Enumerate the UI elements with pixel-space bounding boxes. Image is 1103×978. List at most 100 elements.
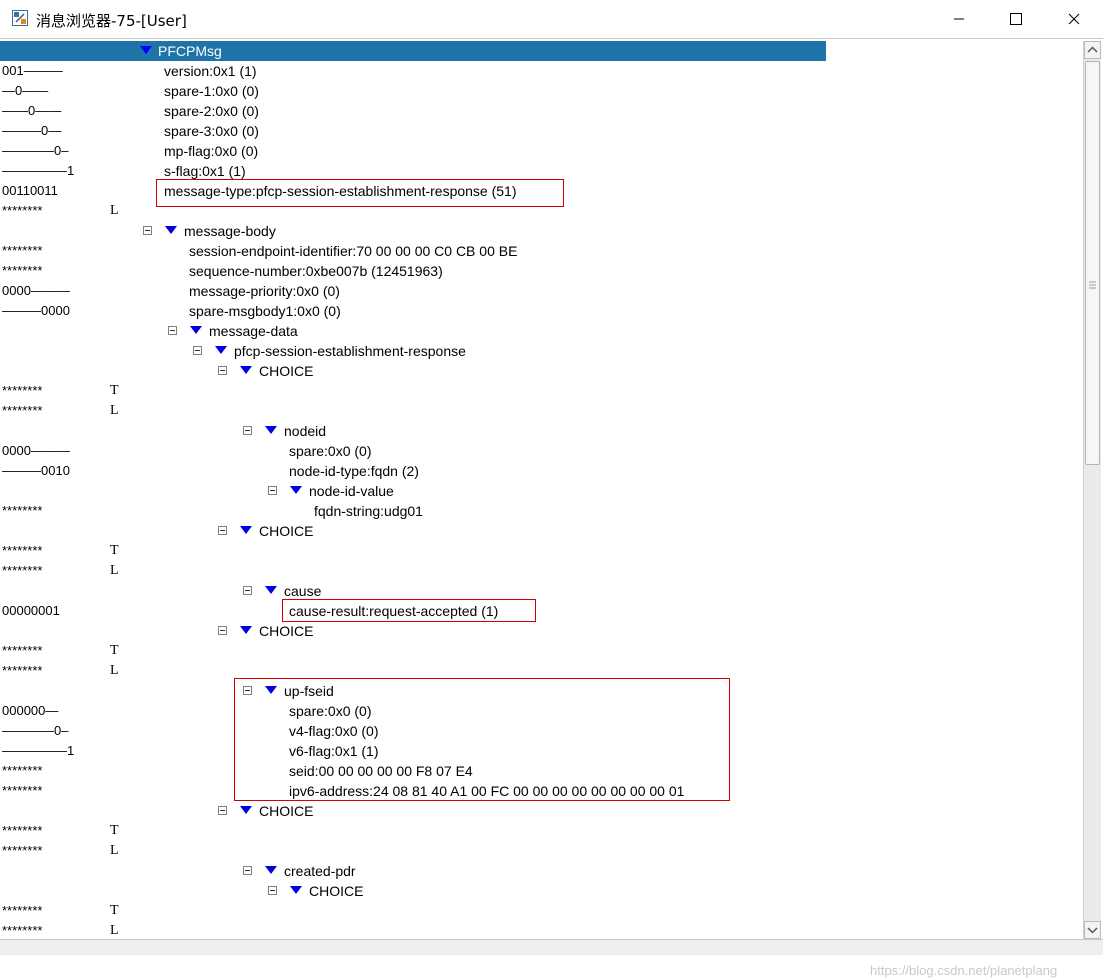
field-label: sequence-number:0xbe007b (12451963) (189, 263, 443, 279)
bit-pattern: —————1 (2, 163, 75, 178)
collapse-toggle-icon[interactable] (218, 806, 227, 815)
tree-node-row[interactable]: CHOICE (0, 801, 1083, 821)
field-label: node-id-type:fqdn (2) (289, 463, 419, 479)
expanded-triangle-icon[interactable] (265, 586, 277, 594)
tree-node-row[interactable]: CHOICE (0, 881, 1083, 901)
tree-leaf-row[interactable]: ******** L (0, 561, 1083, 581)
tree-node-row[interactable]: CHOICE (0, 621, 1083, 641)
highlight-box-message-type (156, 179, 564, 207)
field-label: spare-1:0x0 (0) (164, 83, 259, 99)
tree-leaf-row[interactable]: ******** L (0, 841, 1083, 861)
scroll-thumb[interactable] (1085, 61, 1100, 465)
tree-leaf-row[interactable]: ————0– mp-flag:0x0 (0) (0, 141, 1083, 161)
highlight-box-cause-result (282, 599, 536, 622)
tree-leaf-row[interactable]: 0000——— message-priority:0x0 (0) (0, 281, 1083, 301)
collapse-toggle-icon[interactable] (168, 326, 177, 335)
field-label: spare-3:0x0 (0) (164, 123, 259, 139)
collapse-toggle-icon[interactable] (218, 526, 227, 535)
expanded-triangle-icon[interactable] (215, 346, 227, 354)
tree-leaf-row[interactable]: ******** L (0, 401, 1083, 421)
collapse-toggle-icon[interactable] (243, 866, 252, 875)
title-bar: 消息浏览器-75-[User] (0, 0, 1103, 38)
bit-pattern: 0000——— (2, 283, 70, 298)
bit-pattern: ——0—— (2, 103, 62, 118)
expanded-triangle-icon[interactable] (290, 486, 302, 494)
tree-leaf-row[interactable]: 001——— version:0x1 (1) (0, 61, 1083, 81)
tree-node-row[interactable]: message-data (0, 321, 1083, 341)
tree-root-label: PFCPMsg (158, 43, 222, 59)
tree-node-label: cause (284, 583, 322, 599)
expanded-triangle-icon[interactable] (290, 886, 302, 894)
expanded-triangle-icon[interactable] (165, 226, 177, 234)
bit-pattern: ******** (2, 263, 43, 278)
tree-node-row[interactable]: cause (0, 581, 1083, 601)
close-button[interactable] (1045, 0, 1103, 38)
expanded-triangle-icon[interactable] (190, 326, 202, 334)
tree-leaf-row[interactable]: ******** T (0, 541, 1083, 561)
maximize-button[interactable] (988, 0, 1046, 38)
expanded-triangle-icon[interactable] (240, 526, 252, 534)
collapse-toggle-icon[interactable] (218, 366, 227, 375)
tree-leaf-row[interactable]: ——0—— spare-2:0x0 (0) (0, 101, 1083, 121)
vertical-scrollbar[interactable] (1083, 41, 1101, 939)
tree-leaf-row[interactable]: ———0— spare-3:0x0 (0) (0, 121, 1083, 141)
tree-leaf-row[interactable]: —————1 s-flag:0x1 (1) (0, 161, 1083, 181)
tree-leaf-row[interactable]: ******** L (0, 921, 1083, 939)
bit-pattern: ******** (2, 503, 43, 518)
bit-pattern: ******** (2, 823, 43, 838)
tree-node-row[interactable]: nodeid (0, 421, 1083, 441)
tree-leaf-row[interactable]: ———0000 spare-msgbody1:0x0 (0) (0, 301, 1083, 321)
bit-pattern: 001——— (2, 63, 63, 78)
expanded-triangle-icon[interactable] (240, 806, 252, 814)
tree-leaf-row[interactable]: ******** T (0, 821, 1083, 841)
expanded-triangle-icon[interactable] (240, 366, 252, 374)
collapse-toggle-icon[interactable] (268, 886, 277, 895)
collapse-toggle-icon[interactable] (243, 586, 252, 595)
tag-length-marker: T (110, 543, 119, 558)
collapse-toggle-icon[interactable] (143, 226, 152, 235)
collapse-toggle-icon[interactable] (268, 486, 277, 495)
tag-length-marker: L (110, 203, 119, 218)
field-label: session-endpoint-identifier:70 00 00 00 … (189, 243, 518, 259)
tree-node-row[interactable]: CHOICE (0, 361, 1083, 381)
tree-node-row[interactable]: message-body (0, 221, 1083, 241)
tree-leaf-row[interactable]: —0—— spare-1:0x0 (0) (0, 81, 1083, 101)
field-label: mp-flag:0x0 (0) (164, 143, 259, 159)
tree-node-label: CHOICE (259, 803, 314, 819)
tree-root-row[interactable]: PFCPMsg (0, 41, 826, 61)
scroll-up-button[interactable] (1084, 41, 1101, 59)
tree-leaf-row[interactable]: ******** session-endpoint-identifier:70 0… (0, 241, 1083, 261)
tree-leaf-row[interactable]: ******** fqdn-string:udg01 (0, 501, 1083, 521)
collapse-toggle-icon[interactable] (218, 626, 227, 635)
tree-leaf-row[interactable]: 00000001 cause-result:request-accepted (1… (0, 601, 1083, 621)
tree-node-row[interactable]: node-id-value (0, 481, 1083, 501)
expanded-triangle-icon[interactable] (265, 866, 277, 874)
tag-length-marker: L (110, 563, 119, 578)
tree-node-label: CHOICE (259, 363, 314, 379)
tree-leaf-row[interactable]: ******** T (0, 901, 1083, 921)
expanded-triangle-icon[interactable] (265, 426, 277, 434)
collapse-toggle-icon[interactable] (193, 346, 202, 355)
tree-leaf-row[interactable]: 0000——— spare:0x0 (0) (0, 441, 1083, 461)
tree-node-label: CHOICE (309, 883, 364, 899)
expanded-triangle-icon[interactable] (240, 626, 252, 634)
bit-pattern: ******** (2, 383, 43, 398)
collapse-toggle-icon[interactable] (243, 426, 252, 435)
message-tree[interactable]: PFCPMsg 001——— version:0x1 (1) —0—— spare-1… (0, 39, 1083, 939)
field-label: spare:0x0 (0) (289, 443, 372, 459)
minimize-button[interactable] (930, 0, 988, 38)
scroll-down-button[interactable] (1084, 921, 1101, 939)
highlight-box-up-fseid (234, 678, 730, 801)
tree-leaf-row[interactable]: ******** sequence-number:0xbe007b (124519… (0, 261, 1083, 281)
tree-leaf-row[interactable]: ———0010 node-id-type:fqdn (2) (0, 461, 1083, 481)
tree-leaf-row[interactable]: ******** T (0, 641, 1083, 661)
tree-leaf-row[interactable]: ******** T (0, 381, 1083, 401)
tree-node-label: message-data (209, 323, 298, 339)
tree-node-row[interactable]: pfcp-session-establishment-response (0, 341, 1083, 361)
expanded-triangle-icon[interactable] (140, 46, 152, 54)
bit-pattern: ———0— (2, 123, 62, 138)
tree-node-row[interactable]: CHOICE (0, 521, 1083, 541)
tree-node-label: nodeid (284, 423, 327, 439)
message-tree-panel: PFCPMsg 001——— version:0x1 (1) —0—— spare-1… (0, 38, 1103, 978)
tree-node-row[interactable]: created-pdr (0, 861, 1083, 881)
